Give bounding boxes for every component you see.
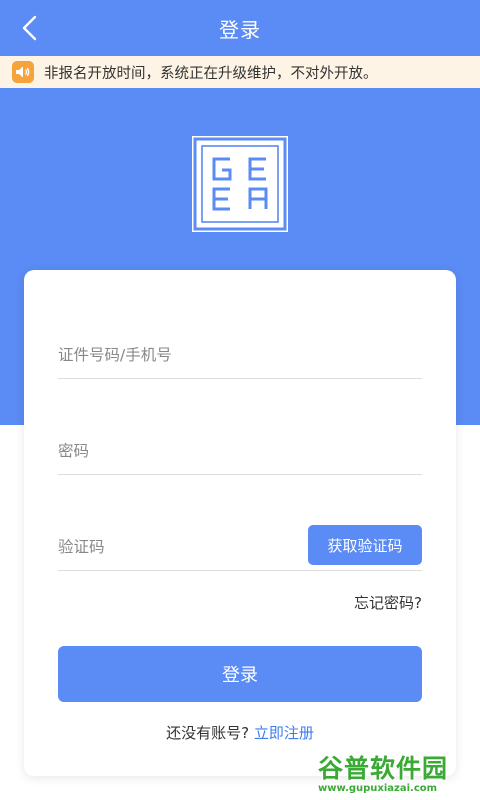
speaker-icon bbox=[12, 61, 34, 83]
app-header: 登录 bbox=[0, 0, 480, 56]
geea-logo bbox=[192, 136, 288, 232]
chevron-left-icon bbox=[22, 15, 37, 41]
password-field bbox=[58, 428, 422, 475]
account-field bbox=[58, 332, 422, 379]
no-account-text: 还没有账号? bbox=[166, 724, 250, 742]
account-input[interactable] bbox=[58, 332, 422, 378]
notice-text: 非报名开放时间，系统正在升级维护，不对外开放。 bbox=[44, 65, 378, 82]
login-button[interactable]: 登录 bbox=[58, 646, 422, 702]
forgot-password-link[interactable]: 忘记密码? bbox=[354, 592, 422, 613]
verification-code-input[interactable] bbox=[58, 524, 298, 570]
code-field: 获取验证码 bbox=[58, 524, 422, 571]
register-link[interactable]: 立即注册 bbox=[254, 724, 314, 742]
watermark-title: 谷普软件园 bbox=[318, 754, 449, 783]
notice-bar: 非报名开放时间，系统正在升级维护，不对外开放。 bbox=[0, 56, 480, 88]
get-code-button[interactable]: 获取验证码 bbox=[308, 525, 422, 565]
password-input[interactable] bbox=[58, 428, 422, 474]
page-title: 登录 bbox=[219, 17, 261, 42]
login-card: 获取验证码 忘记密码? 登录 还没有账号? 立即注册 bbox=[24, 270, 456, 776]
site-watermark: 谷普软件园 www.gupuxiazai.com bbox=[318, 755, 474, 797]
watermark-url: www.gupuxiazai.com bbox=[318, 783, 438, 794]
back-button[interactable] bbox=[10, 8, 50, 48]
register-row: 还没有账号? 立即注册 bbox=[24, 722, 456, 743]
